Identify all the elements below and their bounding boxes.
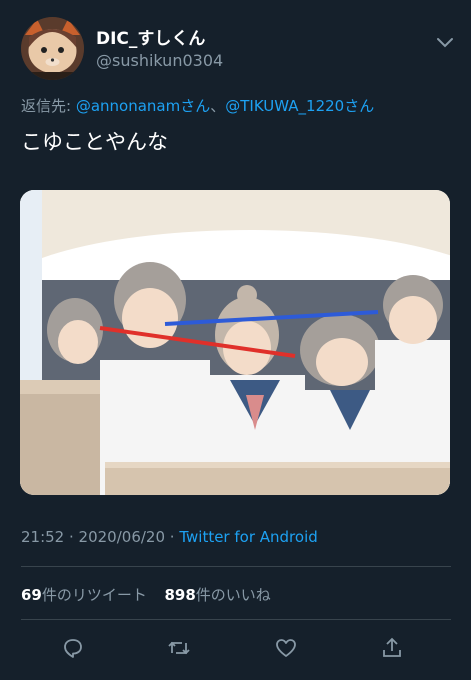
tweet-source-link[interactable]: Twitter for Android (179, 528, 317, 546)
share-button[interactable] (372, 630, 412, 670)
meta-separator: · (64, 528, 79, 546)
retweet-label: 件のリツイート (41, 586, 147, 604)
display-name[interactable]: DIC_すしくん (96, 24, 205, 49)
reply-prefix: 返信先: (21, 97, 76, 115)
tweet-meta: 21:52 · 2020/06/20 · Twitter for Android (21, 528, 318, 546)
tweet-header: DIC_すしくん @sushikun0304 (0, 0, 471, 90)
reply-separator: 、 (210, 97, 226, 115)
divider (21, 566, 451, 567)
tweet-date: 2020/06/20 (78, 528, 166, 546)
retweet-icon (167, 636, 191, 664)
like-stat[interactable]: 898件のいいね (164, 586, 270, 604)
reply-mention-tikuwa[interactable]: @TIKUWA_1220さん (225, 97, 374, 115)
reply-icon (61, 636, 85, 664)
meta-separator: · (165, 528, 180, 546)
tweet-text: こゆことやんな (21, 130, 168, 154)
replying-to: 返信先: @annonanamさん、@TIKUWA_1220さん (21, 95, 374, 116)
divider (21, 619, 451, 620)
like-count: 898 (164, 586, 196, 604)
tweet-image[interactable] (20, 190, 450, 495)
retweet-stat[interactable]: 69件のリツイート (21, 586, 147, 604)
like-label: 件のいいね (195, 586, 271, 604)
reply-mention-annonanam[interactable]: @annonanamさん (76, 97, 210, 115)
share-icon (380, 636, 404, 664)
reply-button[interactable] (53, 630, 93, 670)
tweet-stats: 69件のリツイート 898件のいいね (21, 584, 271, 605)
retweet-count: 69 (21, 586, 42, 604)
action-bar (0, 630, 471, 670)
chevron-down-icon[interactable] (436, 34, 454, 48)
like-button[interactable] (266, 630, 306, 670)
user-handle[interactable]: @sushikun0304 (96, 51, 223, 70)
tweet-time: 21:52 (21, 528, 65, 546)
retweet-button[interactable] (159, 630, 199, 670)
like-icon (274, 636, 298, 664)
avatar[interactable] (21, 17, 84, 80)
